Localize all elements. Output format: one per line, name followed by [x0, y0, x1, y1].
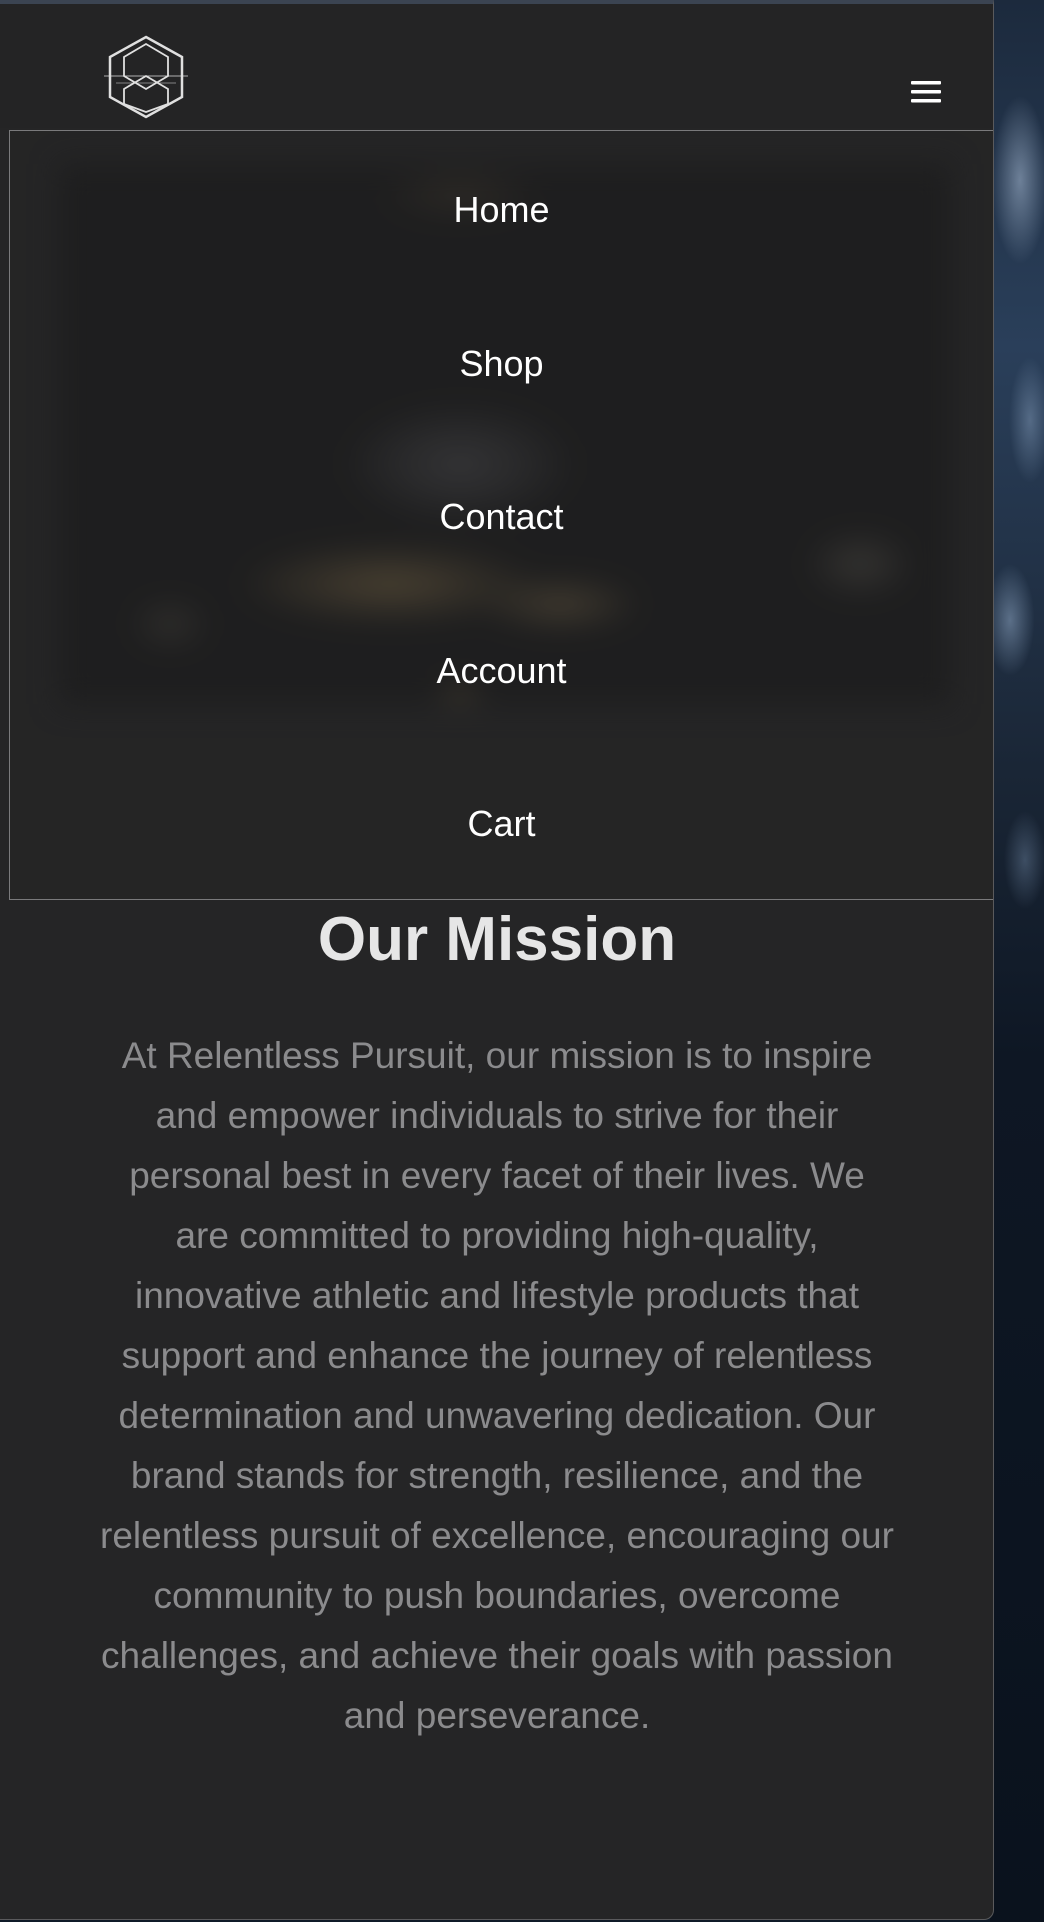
- hamburger-icon: [911, 81, 941, 103]
- nav-menu-dropdown: Home Shop Contact Account Cart: [9, 130, 993, 900]
- nav-item-shop[interactable]: Shop: [10, 342, 993, 386]
- site-header: [0, 4, 993, 128]
- nav-item-cart[interactable]: Cart: [10, 802, 993, 846]
- menu-toggle-button[interactable]: [906, 74, 946, 110]
- browser-viewport: Home Shop Contact Account Cart Our Missi…: [0, 0, 994, 1920]
- desktop-wallpaper: [990, 0, 1044, 1922]
- mission-paragraph: At Relentless Pursuit, our mission is to…: [100, 1035, 894, 1736]
- nav-item-home[interactable]: Home: [10, 188, 993, 232]
- brand-logo[interactable]: [104, 34, 188, 120]
- nav-item-account[interactable]: Account: [10, 649, 993, 693]
- nav-item-contact[interactable]: Contact: [10, 495, 993, 539]
- mission-heading: Our Mission: [317, 905, 677, 974]
